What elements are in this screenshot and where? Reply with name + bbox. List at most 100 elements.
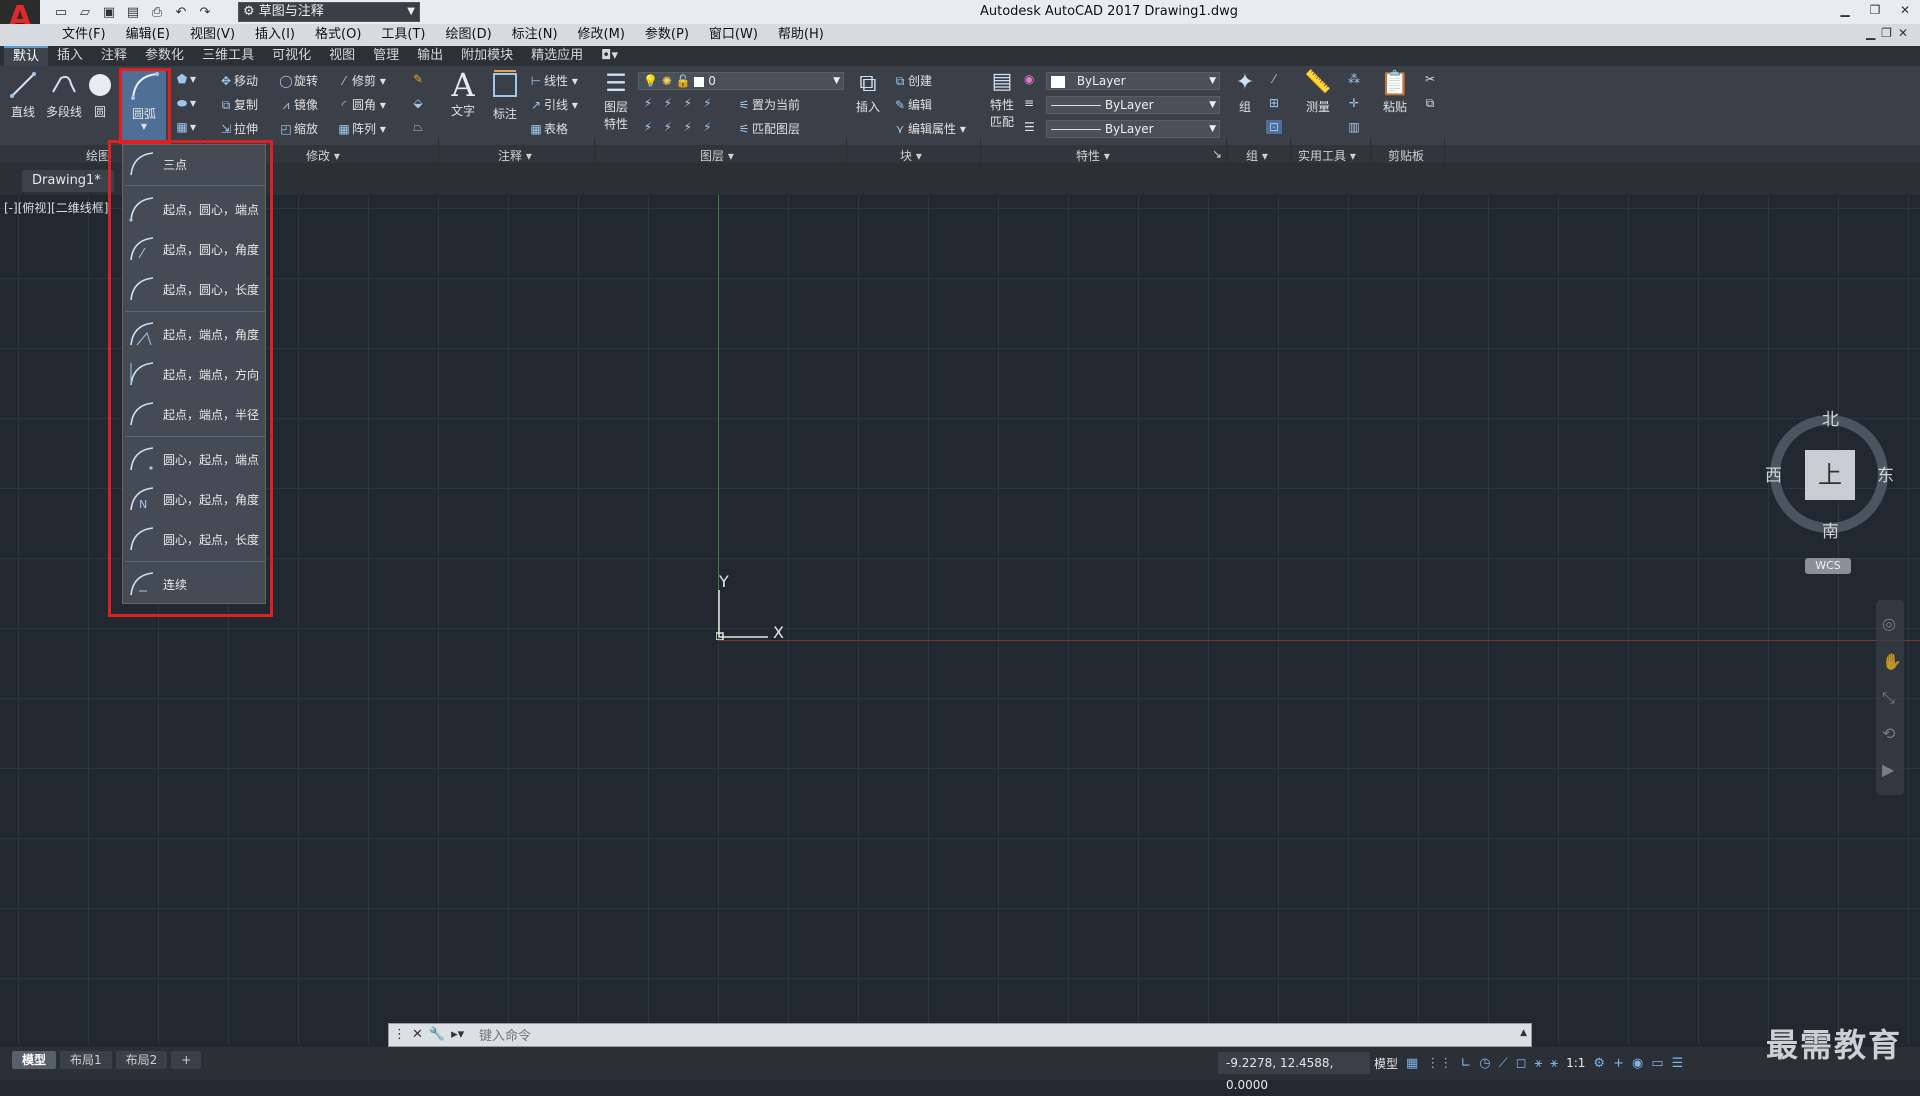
stretch-button[interactable]: ⇲ 拉伸 xyxy=(218,120,258,137)
tab-addins[interactable]: 附加模块 xyxy=(452,46,522,66)
annotation-panel-label[interactable]: 注释 ▾ xyxy=(498,147,532,164)
line-button[interactable]: 直线 xyxy=(6,70,40,120)
arc-option-continue[interactable]: 连续 xyxy=(123,566,265,602)
linear-button[interactable]: ⊢ 线性 ▾ xyxy=(528,72,578,89)
settings-icon[interactable]: ⚙ xyxy=(1593,1056,1605,1071)
orbit-icon[interactable]: ⟲ xyxy=(1882,724,1895,743)
arc-option-three-point[interactable]: 三点 xyxy=(123,146,265,182)
layer-dropdown[interactable]: 💡 ✺ 🔓 0 ▼ xyxy=(638,72,844,90)
rotate-button[interactable]: ◯旋转 xyxy=(278,72,318,89)
snap-icon[interactable]: ⋮⋮ xyxy=(1426,1056,1452,1071)
arc-option-start-end-radius[interactable]: 起点，端点，半径 xyxy=(123,396,265,432)
utilities-panel-label[interactable]: 实用工具 ▾ xyxy=(1298,147,1356,164)
tab-visualize[interactable]: 可视化 xyxy=(263,46,320,66)
match-properties-button[interactable]: ▤ 特性 匹配 xyxy=(986,68,1018,130)
quick-select-icon[interactable]: ⁂ xyxy=(1346,72,1362,86)
undo-icon[interactable]: ↶ xyxy=(170,2,192,22)
command-prompt-icon[interactable]: ▸▾ xyxy=(451,1027,464,1042)
arc-option-start-center-end[interactable]: 起点，圆心，端点 xyxy=(123,191,265,227)
polyline-button[interactable]: 多段线 xyxy=(44,70,84,120)
group-button[interactable]: ✦ 组 xyxy=(1230,68,1260,115)
plus-icon[interactable]: + xyxy=(1613,1056,1624,1071)
print-icon[interactable]: ⎙ xyxy=(146,2,168,22)
scale-button[interactable]: ◰ 缩放 xyxy=(278,120,318,137)
fullscreen-icon[interactable]: ▭ xyxy=(1651,1056,1663,1071)
minimize-button[interactable]: ▁ xyxy=(1830,0,1860,20)
arc-option-start-center-angle[interactable]: 起点，圆心，角度 xyxy=(123,231,265,267)
set-current-button[interactable]: ⚟ 置为当前 xyxy=(736,96,800,113)
zoom-extents-icon[interactable]: ⤡ xyxy=(1882,688,1895,708)
menu-file[interactable]: 文件(F) xyxy=(52,26,116,44)
create-block-button[interactable]: ⧉ 创建 xyxy=(892,72,932,89)
offset-tool[interactable]: ⏢ xyxy=(410,120,426,135)
redo-icon[interactable]: ↷ xyxy=(194,2,216,22)
tab-3d-tools[interactable]: 三维工具 xyxy=(193,46,263,66)
paste-button[interactable]: 📋 粘贴 xyxy=(1380,68,1410,115)
isodraft-icon[interactable]: ⟋ xyxy=(1499,1056,1508,1071)
menu-format[interactable]: 格式(O) xyxy=(305,26,371,44)
erase-tool[interactable]: ✎ xyxy=(410,72,426,86)
close-icon[interactable]: ✕ xyxy=(412,1027,423,1042)
hatch-tool[interactable]: ⬬ ▾ xyxy=(174,96,196,111)
isolate-objects-icon[interactable]: ◉ xyxy=(1632,1056,1643,1071)
layer-freeze-icon[interactable]: ⚡ xyxy=(680,96,696,110)
object-snap-icon[interactable]: ◻ xyxy=(1516,1056,1527,1071)
layer-off-icon[interactable]: ⚡ xyxy=(640,96,656,110)
fillet-button[interactable]: ◜ 圆角 ▾ xyxy=(336,96,386,113)
menu-help[interactable]: 帮助(H) xyxy=(768,26,834,44)
arc-option-center-start-end[interactable]: 圆心，起点，端点 xyxy=(123,441,265,477)
compass-north[interactable]: 北 xyxy=(1822,405,1839,430)
tab-layout1[interactable]: 布局1 xyxy=(60,1051,112,1069)
doc-window-controls[interactable]: ▁❐✕ xyxy=(1866,26,1914,40)
layer-unisolate-icon[interactable]: ⚡ xyxy=(660,120,676,134)
grid-icon[interactable]: ▦ xyxy=(1406,1056,1418,1071)
match-layer-button[interactable]: ⚟ 匹配图层 xyxy=(736,120,800,137)
command-input[interactable] xyxy=(479,1027,1509,1045)
pan-icon[interactable]: ✋ xyxy=(1882,652,1902,671)
groups-panel-label[interactable]: 组 ▾ xyxy=(1246,147,1268,164)
point-icon[interactable]: ✛ xyxy=(1346,96,1362,110)
drawing-canvas[interactable]: [-][俯视][二维线框] Y X 上 北 南 东 西 WCS ◎ ✋ ⤡ ⟲ … xyxy=(0,195,1920,1045)
ortho-icon[interactable]: ∟ xyxy=(1460,1056,1471,1071)
auto-scale-icon[interactable]: ⚹ xyxy=(1550,1056,1558,1071)
ungroup-icon[interactable]: ⁄ xyxy=(1266,72,1282,86)
arc-option-center-start-angle[interactable]: N 圆心，起点，角度 xyxy=(123,481,265,517)
trim-button[interactable]: ⁄ 修剪 ▾ xyxy=(336,72,386,89)
insert-block-button[interactable]: ⧉ 插入 xyxy=(852,68,884,115)
wcs-menu-button[interactable]: WCS xyxy=(1805,558,1851,574)
workspace-dropdown[interactable]: ⚙ 草图与注释 ▼ xyxy=(238,2,420,22)
layer-on-icon[interactable]: ⚡ xyxy=(640,120,656,134)
mirror-button[interactable]: ⩘ 镜像 xyxy=(278,96,318,113)
layer-thaw-icon[interactable]: ⚡ xyxy=(680,120,696,134)
arc-option-start-end-direction[interactable]: 起点，端点，方向 xyxy=(123,356,265,392)
chevron-up-icon[interactable]: ▲ xyxy=(1520,1028,1527,1038)
tab-parametric[interactable]: 参数化 xyxy=(136,46,193,66)
properties-panel-label[interactable]: 特性 ▾ xyxy=(1076,147,1110,164)
layer-unlock-icon[interactable]: ⚡ xyxy=(699,120,715,134)
draw-panel-label[interactable]: 绘图 xyxy=(86,147,110,164)
table-button[interactable]: ▦ 表格 xyxy=(528,120,568,137)
file-tab-drawing1[interactable]: Drawing1* xyxy=(22,170,114,192)
restore-button[interactable]: ❐ xyxy=(1860,0,1890,20)
compass-south[interactable]: 南 xyxy=(1822,517,1839,542)
menu-edit[interactable]: 编辑(E) xyxy=(116,26,180,44)
ribbon-options-icon[interactable]: ◘▾ xyxy=(592,46,627,66)
array-button[interactable]: ▦ 阵列 ▾ xyxy=(336,120,386,137)
arc-option-start-end-angle[interactable]: 起点，端点，角度 xyxy=(123,316,265,352)
compass-east[interactable]: 东 xyxy=(1877,461,1894,486)
compass-west[interactable]: 西 xyxy=(1765,461,1782,486)
leader-button[interactable]: ↗ 引线 ▾ xyxy=(528,96,578,113)
circle-button[interactable]: 圆 xyxy=(88,70,112,120)
save-icon[interactable]: ▣ xyxy=(98,2,120,22)
coordinate-display[interactable]: -9.2278, 12.4588, 0.0000 xyxy=(1218,1052,1370,1092)
annotation-visibility-icon[interactable]: ⚹ xyxy=(1534,1056,1542,1071)
modify-panel-label[interactable]: 修改 ▾ xyxy=(306,147,340,164)
viewcube[interactable]: 上 北 南 东 西 WCS xyxy=(1765,405,1895,574)
tab-model[interactable]: 模型 xyxy=(12,1051,57,1069)
new-icon[interactable]: ▭ xyxy=(50,2,72,22)
tab-featured-apps[interactable]: 精选应用 xyxy=(522,46,592,66)
annotation-scale[interactable]: 1:1 xyxy=(1566,1056,1585,1070)
model-space-toggle[interactable]: 模型 xyxy=(1374,1055,1398,1072)
group-select-icon[interactable]: ⊡ xyxy=(1266,120,1282,134)
viewport-controls[interactable]: [-][俯视][二维线框] xyxy=(4,199,108,216)
